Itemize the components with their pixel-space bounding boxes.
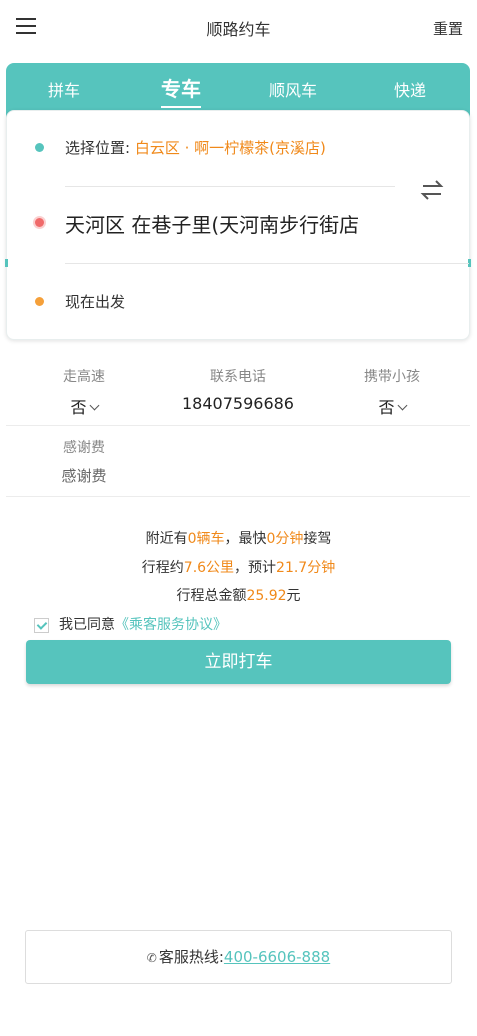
from-location[interactable]: 选择位置: 白云区 · 啊一柠檬茶(京溪店) [65, 137, 326, 158]
header: 顺路约车 重置 [0, 0, 477, 58]
destination-dot-icon [35, 218, 44, 227]
destination-input[interactable]: 天河区 在巷子里(天河南步行街店 [65, 209, 395, 238]
info-text: 附近有 [145, 531, 188, 547]
info-text: ，最快 [224, 531, 267, 547]
child-label: 携带小孩 [364, 369, 420, 385]
chevron-down-icon [397, 400, 407, 411]
tab-express[interactable]: 快递 [394, 77, 426, 101]
divider [65, 263, 469, 264]
info-text: 行程约 [141, 560, 184, 576]
phone-icon: ✆ [146, 951, 157, 965]
child-value: 否 [378, 398, 395, 417]
trip-distance: 7.6公里 [183, 560, 235, 576]
total-amount: 25.92 [246, 588, 287, 604]
divider [65, 186, 395, 187]
phone-label: 联系电话 [210, 369, 266, 385]
from-value: 白云区 · 啊一柠檬茶(京溪店) [134, 139, 326, 157]
total-info: 行程总金额25.92元 [0, 585, 477, 605]
child-select[interactable]: 否 [352, 394, 432, 418]
hotline-label: 客服热线: [158, 948, 224, 966]
tab-premium[interactable]: 专车 [161, 73, 201, 108]
tip-label: 感谢费 [63, 440, 105, 456]
trip-time: 21.7分钟 [276, 560, 336, 576]
nearby-info: 附近有0辆车，最快0分钟接驾 [0, 528, 477, 548]
hotline-number[interactable]: 400-6606-888 [224, 948, 330, 966]
highway-label: 走高速 [63, 369, 105, 385]
info-text: ，预计 [234, 560, 277, 576]
divider [6, 496, 470, 497]
side-marker [5, 259, 8, 267]
info-text: 行程总金额 [176, 588, 247, 604]
time-dot-icon [35, 297, 44, 306]
nearby-count: 0辆车 [187, 531, 225, 547]
chevron-down-icon [89, 400, 99, 411]
agreement-link[interactable]: 《乘客服务协议》 [115, 617, 227, 633]
divider [6, 425, 470, 426]
departure-time[interactable]: 现在出发 [65, 291, 125, 312]
highway-select[interactable]: 否 [44, 394, 124, 418]
swap-icon[interactable] [417, 175, 447, 205]
from-dot-icon [35, 143, 44, 152]
submit-button[interactable]: 立即打车 [26, 640, 451, 684]
tip-input[interactable]: 感谢费 [44, 465, 124, 486]
phone-field[interactable]: 18407596686 [158, 394, 318, 413]
tab-carpool[interactable]: 拼车 [48, 77, 80, 101]
agreement-text: 我已同意 [59, 617, 115, 633]
trip-info: 行程约7.6公里，预计21.7分钟 [0, 557, 477, 577]
agreement-row: 我已同意《乘客服务协议》 [34, 614, 227, 634]
from-label: 选择位置: [65, 139, 131, 157]
highway-value: 否 [70, 398, 87, 417]
info-text: 元 [286, 588, 301, 604]
info-text: 接驾 [303, 531, 332, 547]
agreement-checkbox[interactable] [34, 617, 49, 633]
hotline-box: ✆ 客服热线:400-6606-888 [25, 930, 452, 984]
pickup-time: 0分钟 [266, 531, 304, 547]
tab-hitchhike[interactable]: 顺风车 [269, 77, 317, 101]
location-card: 选择位置: 白云区 · 啊一柠檬茶(京溪店) 天河区 在巷子里(天河南步行街店 … [5, 110, 471, 340]
page-title: 顺路约车 [206, 20, 271, 39]
reset-button[interactable]: 重置 [433, 18, 463, 39]
